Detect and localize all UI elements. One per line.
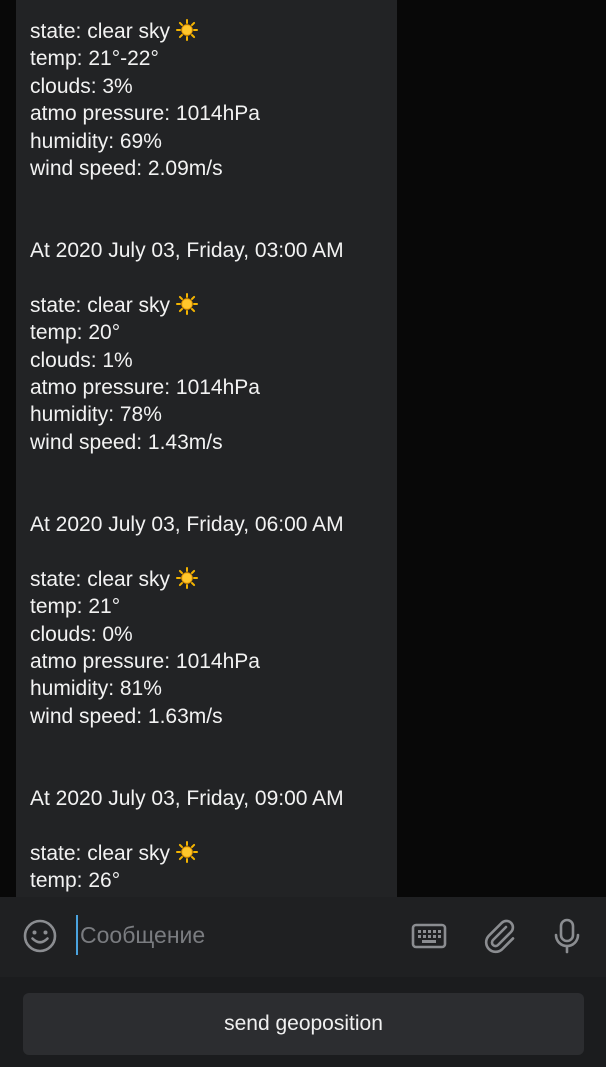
forecast-humidity-line: humidity: 78% — [30, 403, 162, 427]
forecast-temp-line: temp: 20° — [30, 321, 121, 345]
forecast-temp-line: temp: 21°-22° — [30, 47, 159, 71]
sun-icon — [176, 566, 199, 589]
forecast-pressure-line: atmo pressure: 1014hPa — [30, 649, 260, 673]
emoji-icon[interactable] — [21, 917, 59, 955]
send-geoposition-button[interactable]: send geoposition — [23, 993, 584, 1055]
microphone-icon[interactable] — [548, 917, 586, 955]
forecast-wind-line: wind speed: 2.09m/s — [30, 156, 223, 180]
forecast-pressure-line: atmo pressure: 1014hPa — [30, 102, 260, 126]
state-text: state: clear sky — [30, 567, 171, 591]
bot-keyboard: send geoposition — [0, 977, 606, 1067]
forecast-state-line: state: clear sky — [30, 18, 390, 45]
state-text: state: clear sky — [30, 293, 171, 317]
forecast-humidity-line: humidity: 81% — [30, 677, 162, 701]
forecast-temp-line: temp: 26° — [30, 869, 121, 893]
chat-area: state: clear sky temp: 21°-22° clouds: 3… — [0, 0, 606, 897]
forecast-wind-line: wind speed: 1.43m/s — [30, 430, 223, 454]
forecast-clouds-line: clouds: 3% — [30, 74, 133, 98]
forecast-state-line: state: clear sky — [30, 840, 390, 867]
forecast-heading: At 2020 July 03, Friday, 09:00 AM — [30, 786, 344, 810]
keyboard-icon[interactable] — [410, 917, 448, 955]
message-bubble: state: clear sky temp: 21°-22° clouds: 3… — [16, 0, 397, 897]
forecast-wind-line: wind speed: 1.63m/s — [30, 704, 223, 728]
state-text: state: clear sky — [30, 20, 171, 43]
message-input-bar — [0, 897, 606, 977]
forecast-humidity-line: humidity: 69% — [30, 129, 162, 153]
state-text: state: clear sky — [30, 841, 171, 865]
sun-icon — [176, 840, 199, 863]
forecast-pressure-line: atmo pressure: 1014hPa — [30, 376, 260, 400]
attach-icon[interactable] — [480, 917, 518, 955]
forecast-text: state: clear sky temp: 21°-22° clouds: 3… — [30, 18, 390, 895]
message-input[interactable] — [76, 915, 390, 955]
sun-icon — [176, 292, 199, 315]
forecast-state-line: state: clear sky — [30, 566, 390, 593]
forecast-heading: At 2020 July 03, Friday, 03:00 AM — [30, 239, 344, 263]
forecast-clouds-line: clouds: 1% — [30, 348, 133, 372]
forecast-clouds-line: clouds: 0% — [30, 622, 133, 646]
forecast-heading: At 2020 July 03, Friday, 06:00 AM — [30, 513, 344, 537]
forecast-state-line: state: clear sky — [30, 292, 390, 319]
sun-icon — [176, 19, 199, 41]
forecast-temp-line: temp: 21° — [30, 595, 121, 619]
